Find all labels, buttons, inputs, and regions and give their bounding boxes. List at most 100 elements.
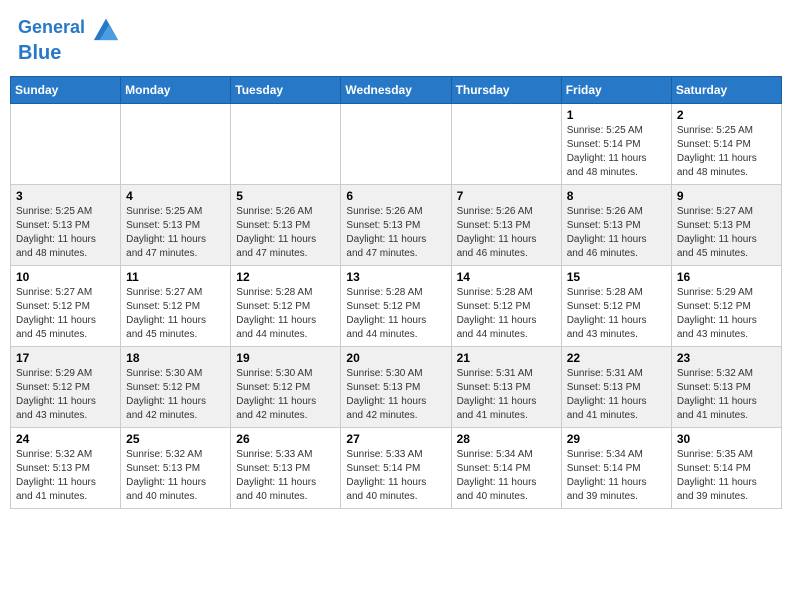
logo: General Blue (18, 14, 120, 64)
calendar-cell: 23 Sunrise: 5:32 AM Sunset: 5:13 PM Dayli… (671, 347, 781, 428)
day-info: Sunrise: 5:29 AM Sunset: 5:12 PM Dayligh… (677, 286, 776, 342)
calendar-cell: 21 Sunrise: 5:31 AM Sunset: 5:13 PM Dayli… (451, 347, 561, 428)
day-number: 13 (346, 270, 445, 284)
day-info: Sunrise: 5:26 AM Sunset: 5:13 PM Dayligh… (567, 205, 666, 261)
day-number: 22 (567, 351, 666, 365)
logo-general: General (18, 17, 85, 37)
day-number: 6 (346, 189, 445, 203)
calendar-cell: 14 Sunrise: 5:28 AM Sunset: 5:12 PM Dayli… (451, 266, 561, 347)
day-info: Sunrise: 5:32 AM Sunset: 5:13 PM Dayligh… (677, 367, 776, 423)
day-number: 10 (16, 270, 115, 284)
calendar-cell (451, 104, 561, 185)
calendar-cell: 13 Sunrise: 5:28 AM Sunset: 5:12 PM Dayli… (341, 266, 451, 347)
day-info: Sunrise: 5:33 AM Sunset: 5:14 PM Dayligh… (346, 448, 445, 504)
day-number: 30 (677, 432, 776, 446)
day-info: Sunrise: 5:26 AM Sunset: 5:13 PM Dayligh… (346, 205, 445, 261)
calendar-cell: 22Sunrise: 5:31 AM Sunset: 5:13 PM Dayli… (561, 347, 671, 428)
day-info: Sunrise: 5:26 AM Sunset: 5:13 PM Dayligh… (457, 205, 556, 261)
day-info: Sunrise: 5:35 AM Sunset: 5:14 PM Dayligh… (677, 448, 776, 504)
day-number: 19 (236, 351, 335, 365)
day-info: Sunrise: 5:31 AM Sunset: 5:13 PM Dayligh… (457, 367, 556, 423)
day-info: Sunrise: 5:29 AM Sunset: 5:12 PM Dayligh… (16, 367, 115, 423)
weekday-header-friday: Friday (561, 77, 671, 104)
day-info: Sunrise: 5:25 AM Sunset: 5:14 PM Dayligh… (677, 124, 776, 180)
calendar-cell (231, 104, 341, 185)
calendar-cell: 3 Sunrise: 5:25 AM Sunset: 5:13 PM Daylig… (11, 185, 121, 266)
calendar-week-row: 10 Sunrise: 5:27 AM Sunset: 5:12 PM Dayli… (11, 266, 782, 347)
day-number: 27 (346, 432, 445, 446)
day-number: 1 (567, 108, 666, 122)
day-info: Sunrise: 5:27 AM Sunset: 5:12 PM Dayligh… (126, 286, 225, 342)
calendar-cell: 8 Sunrise: 5:26 AM Sunset: 5:13 PM Daylig… (561, 185, 671, 266)
weekday-header-monday: Monday (121, 77, 231, 104)
day-number: 16 (677, 270, 776, 284)
calendar-week-row: 3 Sunrise: 5:25 AM Sunset: 5:13 PM Daylig… (11, 185, 782, 266)
calendar-cell: 4 Sunrise: 5:25 AM Sunset: 5:13 PM Daylig… (121, 185, 231, 266)
calendar-week-row: 1 Sunrise: 5:25 AM Sunset: 5:14 PM Daylig… (11, 104, 782, 185)
day-number: 29 (567, 432, 666, 446)
day-number: 14 (457, 270, 556, 284)
calendar-cell: 2 Sunrise: 5:25 AM Sunset: 5:14 PM Daylig… (671, 104, 781, 185)
calendar-week-row: 24 Sunrise: 5:32 AM Sunset: 5:13 PM Dayli… (11, 428, 782, 509)
weekday-header-tuesday: Tuesday (231, 77, 341, 104)
weekday-header-wednesday: Wednesday (341, 77, 451, 104)
calendar-cell: 25Sunrise: 5:32 AM Sunset: 5:13 PM Dayli… (121, 428, 231, 509)
day-number: 4 (126, 189, 225, 203)
day-info: Sunrise: 5:34 AM Sunset: 5:14 PM Dayligh… (567, 448, 666, 504)
day-number: 21 (457, 351, 556, 365)
calendar-cell: 15 Sunrise: 5:28 AM Sunset: 5:12 PM Dayli… (561, 266, 671, 347)
day-info: Sunrise: 5:33 AM Sunset: 5:13 PM Dayligh… (236, 448, 335, 504)
calendar-cell: 10 Sunrise: 5:27 AM Sunset: 5:12 PM Dayli… (11, 266, 121, 347)
calendar-cell: 26Sunrise: 5:33 AM Sunset: 5:13 PM Dayli… (231, 428, 341, 509)
day-info: Sunrise: 5:25 AM Sunset: 5:14 PM Dayligh… (567, 124, 666, 180)
calendar-cell: 27 Sunrise: 5:33 AM Sunset: 5:14 PM Dayli… (341, 428, 451, 509)
calendar-cell: 9Sunrise: 5:27 AM Sunset: 5:13 PM Daylig… (671, 185, 781, 266)
day-info: Sunrise: 5:26 AM Sunset: 5:13 PM Dayligh… (236, 205, 335, 261)
calendar-cell: 18 Sunrise: 5:30 AM Sunset: 5:12 PM Dayli… (121, 347, 231, 428)
day-info: Sunrise: 5:27 AM Sunset: 5:12 PM Dayligh… (16, 286, 115, 342)
day-info: Sunrise: 5:28 AM Sunset: 5:12 PM Dayligh… (346, 286, 445, 342)
day-info: Sunrise: 5:25 AM Sunset: 5:13 PM Dayligh… (16, 205, 115, 261)
day-number: 25 (126, 432, 225, 446)
calendar-cell: 30 Sunrise: 5:35 AM Sunset: 5:14 PM Dayli… (671, 428, 781, 509)
calendar-cell: 17 Sunrise: 5:29 AM Sunset: 5:12 PM Dayli… (11, 347, 121, 428)
day-number: 2 (677, 108, 776, 122)
day-info: Sunrise: 5:30 AM Sunset: 5:13 PM Dayligh… (346, 367, 445, 423)
logo-icon (92, 14, 120, 42)
calendar-cell: 20 Sunrise: 5:30 AM Sunset: 5:13 PM Dayli… (341, 347, 451, 428)
calendar-cell (11, 104, 121, 185)
weekday-header-row: SundayMondayTuesdayWednesdayThursdayFrid… (11, 77, 782, 104)
day-info: Sunrise: 5:30 AM Sunset: 5:12 PM Dayligh… (126, 367, 225, 423)
day-info: Sunrise: 5:25 AM Sunset: 5:13 PM Dayligh… (126, 205, 225, 261)
calendar-cell: 7Sunrise: 5:26 AM Sunset: 5:13 PM Daylig… (451, 185, 561, 266)
day-number: 20 (346, 351, 445, 365)
day-number: 12 (236, 270, 335, 284)
day-info: Sunrise: 5:28 AM Sunset: 5:12 PM Dayligh… (457, 286, 556, 342)
day-number: 28 (457, 432, 556, 446)
day-number: 8 (567, 189, 666, 203)
day-number: 23 (677, 351, 776, 365)
day-number: 15 (567, 270, 666, 284)
day-number: 3 (16, 189, 115, 203)
day-info: Sunrise: 5:28 AM Sunset: 5:12 PM Dayligh… (567, 286, 666, 342)
weekday-header-thursday: Thursday (451, 77, 561, 104)
calendar-cell: 6 Sunrise: 5:26 AM Sunset: 5:13 PM Daylig… (341, 185, 451, 266)
calendar-cell: 19Sunrise: 5:30 AM Sunset: 5:12 PM Dayli… (231, 347, 341, 428)
calendar-cell: 24 Sunrise: 5:32 AM Sunset: 5:13 PM Dayli… (11, 428, 121, 509)
page-header: General Blue (10, 10, 782, 68)
day-number: 17 (16, 351, 115, 365)
day-number: 5 (236, 189, 335, 203)
weekday-header-sunday: Sunday (11, 77, 121, 104)
calendar-table: SundayMondayTuesdayWednesdayThursdayFrid… (10, 76, 782, 509)
calendar-cell: 28Sunrise: 5:34 AM Sunset: 5:14 PM Dayli… (451, 428, 561, 509)
day-number: 18 (126, 351, 225, 365)
calendar-cell: 11 Sunrise: 5:27 AM Sunset: 5:12 PM Dayli… (121, 266, 231, 347)
day-info: Sunrise: 5:32 AM Sunset: 5:13 PM Dayligh… (16, 448, 115, 504)
calendar-cell: 1 Sunrise: 5:25 AM Sunset: 5:14 PM Daylig… (561, 104, 671, 185)
calendar-week-row: 17 Sunrise: 5:29 AM Sunset: 5:12 PM Dayli… (11, 347, 782, 428)
calendar-cell (341, 104, 451, 185)
day-number: 24 (16, 432, 115, 446)
calendar-cell (121, 104, 231, 185)
day-number: 11 (126, 270, 225, 284)
logo-text: General (18, 14, 120, 42)
